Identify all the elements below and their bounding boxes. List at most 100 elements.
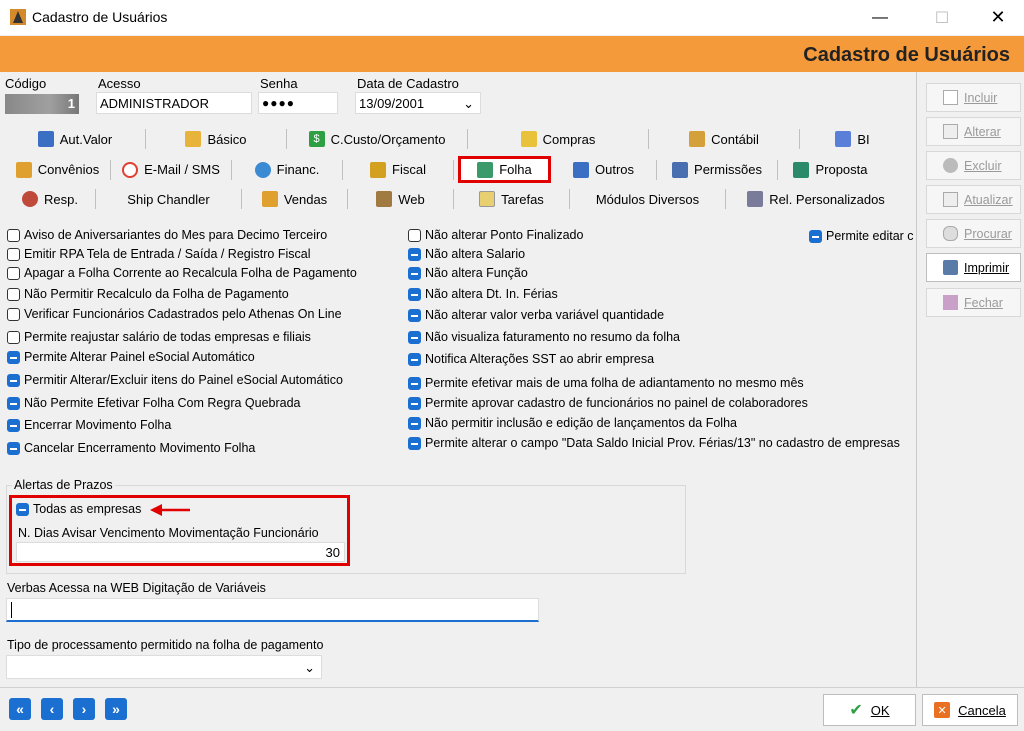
tab-permissoes[interactable]: Permissões	[657, 157, 777, 183]
dias-field[interactable]: 30	[16, 542, 345, 562]
option-todas-empresas[interactable]: Todas as empresas	[16, 502, 141, 516]
atualizar-button[interactable]: Atualizar	[926, 185, 1021, 214]
checkbox[interactable]	[408, 416, 421, 430]
first-record-button[interactable]: «	[9, 698, 31, 720]
checkbox[interactable]	[408, 396, 421, 410]
option-item[interactable]: Não permitir inclusão e edição de lançam…	[408, 416, 737, 430]
chevron-down-icon[interactable]: ⌄	[463, 96, 474, 112]
acesso-field[interactable]: ADMINISTRADOR	[96, 92, 252, 114]
tab-contabil[interactable]: Contábil	[649, 126, 799, 152]
option-permite-editar[interactable]: Permite editar c	[809, 229, 914, 243]
tab-email-sms[interactable]: E-Mail / SMS	[111, 157, 231, 183]
checkbox[interactable]	[16, 502, 29, 516]
tab-convenios[interactable]: Convênios	[5, 157, 110, 183]
checkbox[interactable]	[7, 373, 20, 387]
checkbox[interactable]	[408, 352, 421, 366]
checkbox[interactable]	[7, 396, 20, 410]
checkbox[interactable]	[408, 287, 421, 301]
tab-vendas[interactable]: Vendas	[242, 186, 347, 212]
option-item[interactable]: Emitir RPA Tela de Entrada / Saída / Reg…	[7, 247, 310, 261]
data-cadastro-field[interactable]: 13/09/2001 ⌄	[355, 92, 481, 114]
fechar-button[interactable]: Fechar	[926, 288, 1021, 317]
option-item[interactable]: Permite alterar o campo "Data Saldo Inic…	[408, 436, 900, 450]
option-item[interactable]: Não Permitir Recalculo da Folha de Pagam…	[7, 287, 289, 301]
alterar-button[interactable]: Alterar	[926, 117, 1021, 146]
checkbox[interactable]	[7, 330, 20, 344]
checkbox[interactable]	[408, 376, 421, 390]
option-item[interactable]: Não alterar valor verba variável quantid…	[408, 308, 664, 322]
checkbox[interactable]	[408, 228, 421, 242]
option-item[interactable]: Não Permite Efetivar Folha Com Regra Que…	[7, 396, 301, 410]
tab-proposta[interactable]: Proposta	[778, 157, 883, 183]
option-item[interactable]: Permite reajustar salário de todas empre…	[7, 330, 311, 344]
next-record-button[interactable]: ›	[73, 698, 95, 720]
tab-rel-personalizados[interactable]: Rel. Personalizados	[726, 186, 906, 212]
checkbox[interactable]	[408, 436, 421, 450]
last-record-button[interactable]: »	[105, 698, 127, 720]
checkbox[interactable]	[809, 229, 822, 243]
close-button[interactable]: ✕	[975, 0, 1021, 35]
option-item[interactable]: Apagar a Folha Corrente ao Recalcula Fol…	[7, 266, 357, 280]
tab-folha[interactable]: Folha	[458, 156, 551, 183]
option-item[interactable]: Não altera Função	[408, 266, 528, 280]
checkbox[interactable]	[408, 247, 421, 261]
cancel-button[interactable]: ✕ Cancela	[922, 694, 1018, 726]
option-item[interactable]: Permitir Alterar/Excluir itens do Painel…	[7, 373, 343, 387]
tab-ship-chandler[interactable]: Ship Chandler	[96, 186, 241, 212]
option-item[interactable]: Verificar Funcionários Cadastrados pelo …	[7, 307, 342, 321]
senha-field[interactable]: ●●●●	[258, 92, 338, 114]
tab-financ[interactable]: Financ.	[232, 157, 342, 183]
prev-record-button[interactable]: ‹	[41, 698, 63, 720]
tipo-select[interactable]: ⌄	[6, 655, 322, 679]
option-item[interactable]: Permite efetivar mais de uma folha de ad…	[408, 376, 804, 390]
excluir-button[interactable]: Excluir	[926, 151, 1021, 180]
tab-compras[interactable]: Compras	[468, 126, 648, 152]
checkbox[interactable]	[408, 266, 421, 280]
checkbox[interactable]	[7, 247, 20, 261]
tab-bi[interactable]: BI	[800, 126, 905, 152]
verbas-input[interactable]	[6, 598, 539, 622]
tab-outros[interactable]: Outros	[551, 157, 656, 183]
tab-modulos-diversos[interactable]: Módulos Diversos	[570, 186, 725, 212]
checkbox[interactable]	[7, 228, 20, 242]
dias-label: N. Dias Avisar Vencimento Movimentação F…	[18, 526, 319, 540]
codigo-field[interactable]: 1	[5, 94, 79, 114]
option-item[interactable]: Não altera Dt. In. Férias	[408, 287, 558, 301]
checkbox[interactable]	[7, 307, 20, 321]
tab-basico[interactable]: Básico	[146, 126, 286, 152]
tab-tarefas[interactable]: Tarefas	[454, 186, 569, 212]
tab-web[interactable]: Web	[348, 186, 453, 212]
incluir-button[interactable]: Incluir	[926, 83, 1021, 112]
checkbox[interactable]	[408, 308, 421, 322]
scale-icon	[689, 131, 706, 147]
tab-ccusto[interactable]: $ C.Custo/Orçamento	[287, 126, 467, 152]
tab-fiscal[interactable]: Fiscal	[343, 157, 453, 183]
option-item[interactable]: Não altera Salario	[408, 247, 525, 261]
option-item[interactable]: Não visualiza faturamento no resumo da f…	[408, 330, 680, 344]
checkbox[interactable]	[7, 418, 20, 432]
checkbox[interactable]	[7, 441, 20, 455]
checkbox[interactable]	[7, 350, 20, 364]
imprimir-button[interactable]: Imprimir	[926, 253, 1021, 282]
ok-button[interactable]: ✔ OK	[823, 694, 916, 726]
checkbox[interactable]	[7, 287, 20, 301]
option-item[interactable]: Aviso de Aniversariantes do Mes para Dec…	[7, 228, 327, 242]
option-item[interactable]: Permite Alterar Painel eSocial Automátic…	[7, 350, 255, 364]
dollar-icon: $	[308, 131, 325, 147]
tab-resp[interactable]: Resp.	[5, 186, 95, 212]
maximize-button[interactable]: ☐	[919, 0, 965, 35]
chevron-down-icon[interactable]: ⌄	[304, 660, 315, 676]
tab-aut-valor[interactable]: Aut.Valor	[5, 126, 145, 152]
option-item[interactable]: Não alterar Ponto Finalizado	[408, 228, 583, 242]
option-item[interactable]: Notifica Alterações SST ao abrir empresa	[408, 352, 654, 366]
option-item[interactable]: Permite aprovar cadastro de funcionários…	[408, 396, 808, 410]
option-item[interactable]: Encerrar Movimento Folha	[7, 418, 171, 432]
tipo-label: Tipo de processamento permitido na folha…	[7, 638, 324, 652]
checkbox[interactable]	[408, 330, 421, 344]
option-item[interactable]: Cancelar Encerramento Movimento Folha	[7, 441, 255, 455]
verbas-label: Verbas Acessa na WEB Digitação de Variáv…	[7, 581, 266, 595]
checkbox[interactable]	[7, 266, 20, 280]
option-label: Encerrar Movimento Folha	[24, 418, 172, 432]
procurar-button[interactable]: Procurar	[926, 219, 1021, 248]
minimize-button[interactable]: —	[857, 0, 903, 35]
